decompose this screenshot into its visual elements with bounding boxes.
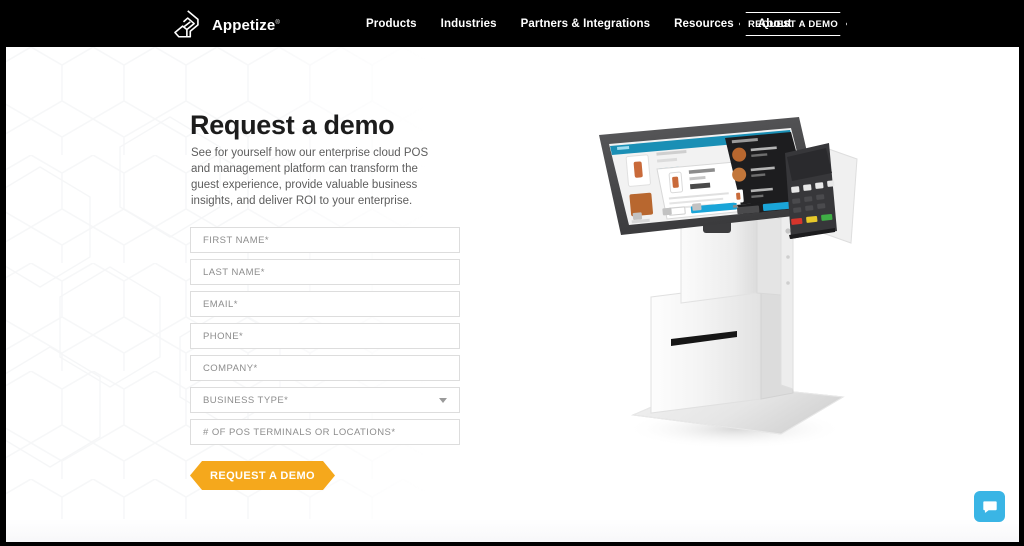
page-title: Request a demo — [190, 110, 395, 140]
brand-logo[interactable]: Appetize® — [172, 6, 280, 42]
first-name-field[interactable]: FIRST NAME* — [190, 227, 460, 253]
header-request-demo-button[interactable]: REQUEST A DEMO — [739, 12, 847, 36]
phone-field[interactable]: PHONE* — [190, 323, 460, 349]
company-label: COMPANY* — [203, 362, 258, 374]
nav-item-products[interactable]: Products — [366, 18, 417, 30]
brand-name-text: Appetize — [212, 16, 276, 34]
footer-strip — [6, 519, 1019, 542]
brand-trademark: ® — [275, 19, 280, 26]
pos-terminals-locations-field[interactable]: # OF POS TERMINALS OR LOCATIONS* — [190, 419, 460, 445]
phone-label: PHONE* — [203, 330, 244, 342]
business-type-select[interactable]: BUSINESS TYPE* — [190, 387, 460, 413]
business-type-label: BUSINESS TYPE* — [203, 394, 289, 406]
chat-widget-button[interactable] — [974, 491, 1005, 522]
last-name-field[interactable]: LAST NAME* — [190, 259, 460, 285]
primary-navigation: Products Industries Partners & Integrati… — [366, 0, 792, 47]
first-name-label: FIRST NAME* — [203, 234, 270, 246]
nav-item-resources[interactable]: Resources — [674, 18, 734, 30]
nav-item-partners-integrations[interactable]: Partners & Integrations — [521, 18, 650, 30]
page-description: See for yourself how our enterprise clou… — [191, 147, 429, 207]
appetize-a-logo-icon — [174, 10, 199, 38]
page-frame-bottom — [0, 542, 1024, 546]
demo-request-form: FIRST NAME* LAST NAME* EMAIL* PHONE* COM… — [190, 227, 460, 490]
site-header: Appetize® Products Industries Partners &… — [0, 0, 1024, 47]
chevron-down-icon — [439, 398, 447, 403]
submit-request-demo-button[interactable]: REQUEST A DEMO — [190, 461, 335, 490]
last-name-label: LAST NAME* — [203, 266, 265, 278]
submit-request-demo-label: REQUEST A DEMO — [209, 469, 315, 482]
page-viewport: Appetize® Products Industries Partners &… — [0, 0, 1024, 546]
chat-bubble-icon — [982, 500, 997, 513]
email-label: EMAIL* — [203, 298, 238, 310]
brand-name: Appetize® — [212, 17, 280, 34]
company-field[interactable]: COMPANY* — [190, 355, 460, 381]
header-request-demo-label: REQUEST A DEMO — [747, 18, 839, 30]
pos-kiosk-image — [599, 117, 858, 449]
pos-terminals-locations-label: # OF POS TERMINALS OR LOCATIONS* — [203, 426, 396, 438]
page-frame-left — [0, 0, 6, 546]
page-frame-right — [1019, 0, 1024, 546]
nav-item-industries[interactable]: Industries — [441, 18, 497, 30]
email-field[interactable]: EMAIL* — [190, 291, 460, 317]
main-content: Request a demo See for yourself how our … — [0, 47, 1024, 525]
